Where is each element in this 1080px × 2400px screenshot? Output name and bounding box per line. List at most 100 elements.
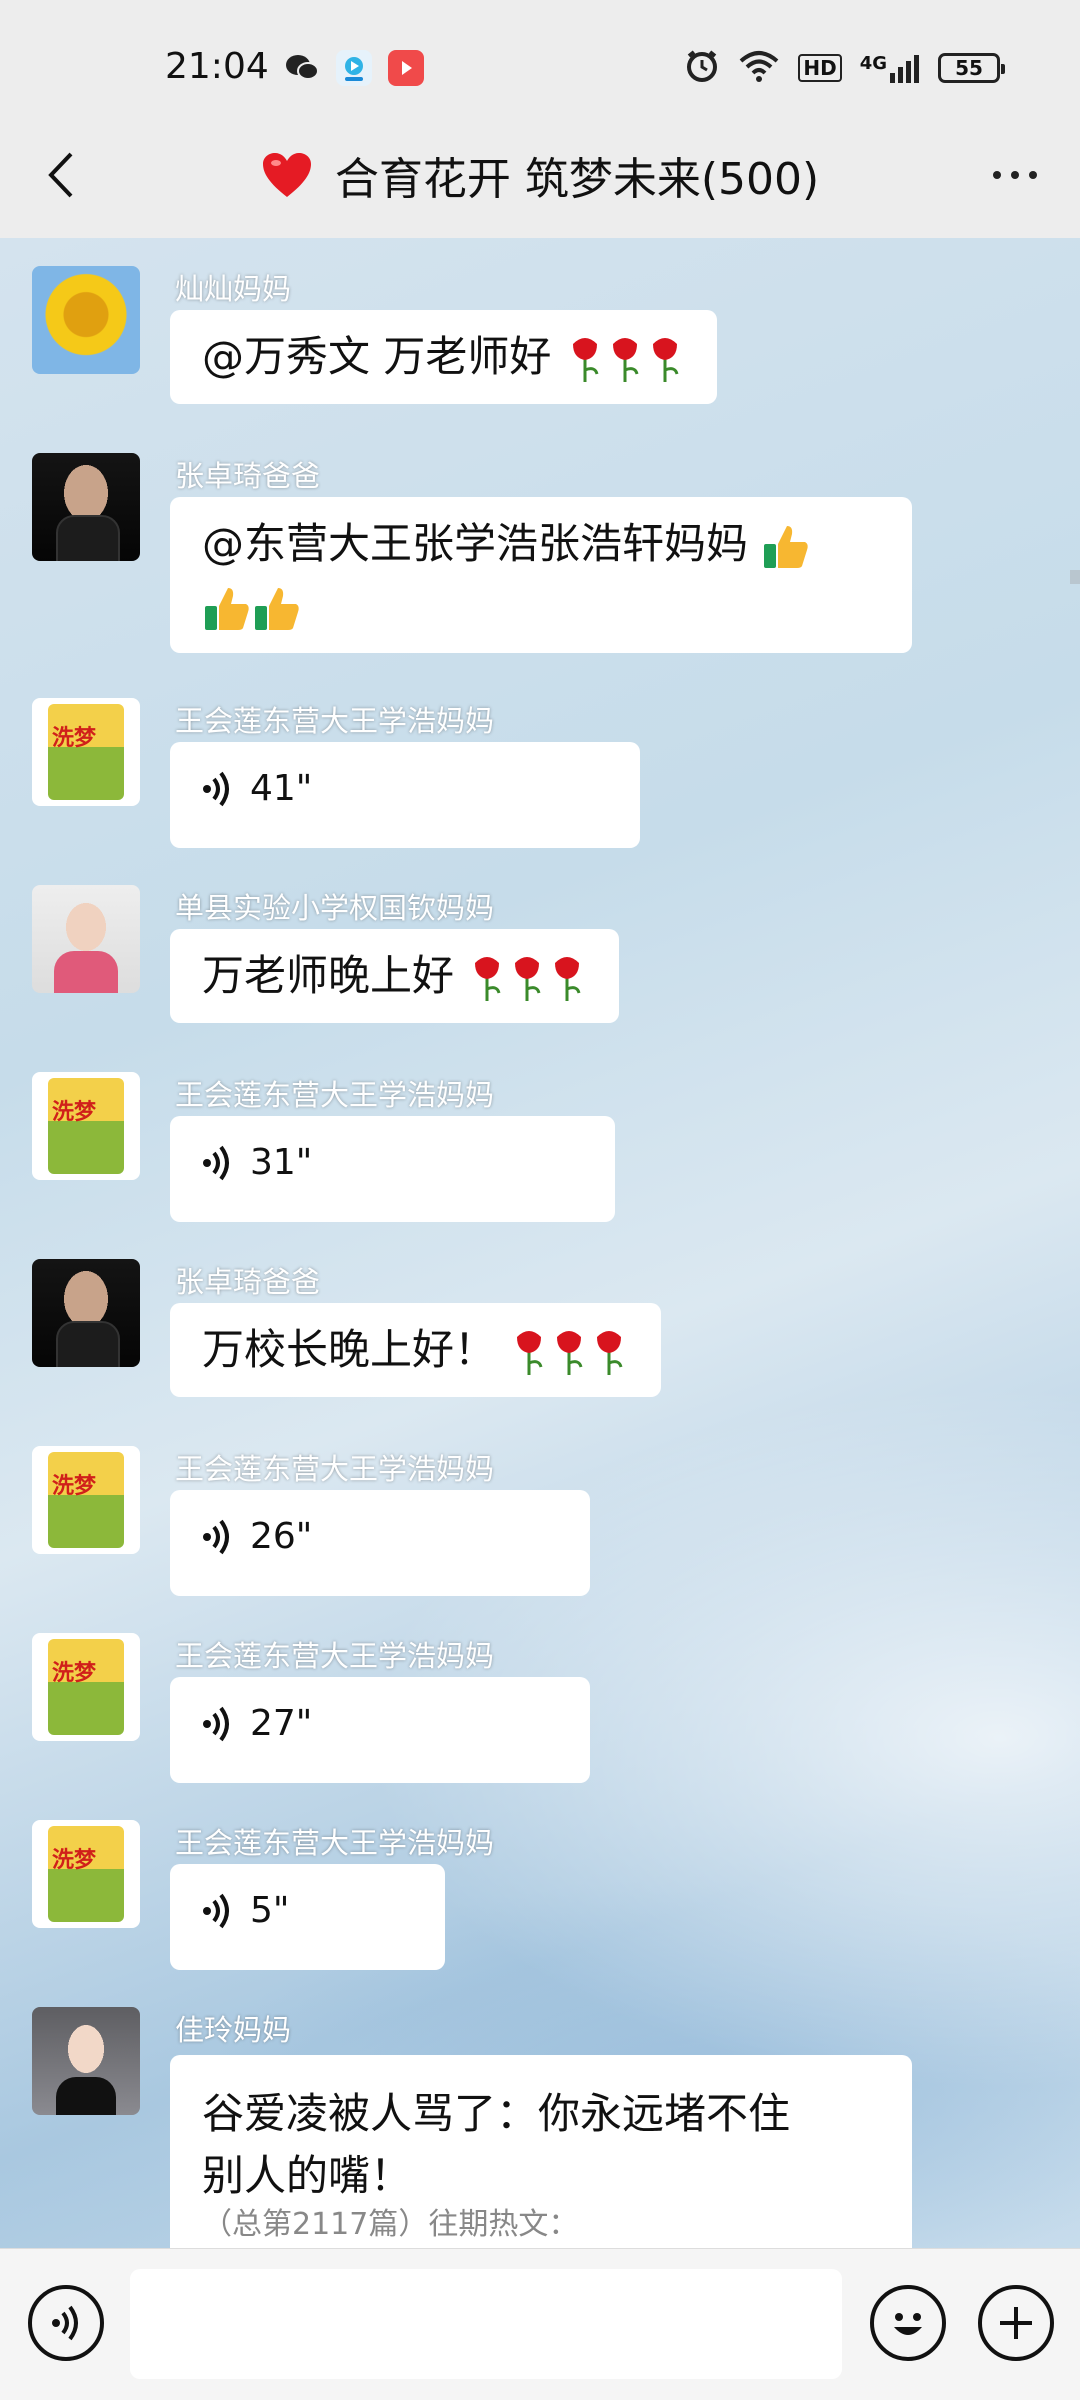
voice-input-button[interactable] — [28, 2285, 104, 2361]
rice-bag-image — [48, 704, 124, 800]
voice-wave-icon — [203, 1145, 229, 1181]
message-bubble[interactable]: @万秀文 万老师好 — [170, 310, 717, 404]
message-input[interactable] — [130, 2269, 842, 2379]
rice-bag-brand: 洗梦 — [52, 1100, 97, 1125]
avatar[interactable]: 洗梦 — [32, 1072, 140, 1180]
voice-wave-icon — [203, 771, 229, 807]
voice-duration: 27" — [250, 1703, 313, 1744]
rose-icon — [517, 1330, 543, 1375]
avatar[interactable] — [32, 453, 140, 561]
avatar[interactable]: 洗梦 — [32, 1633, 140, 1741]
article-title-line2: 别人的嘴！ — [202, 2151, 413, 2200]
emoji-icon — [894, 2313, 922, 2335]
wifi-icon — [738, 49, 780, 87]
status-left-icons — [284, 50, 424, 86]
rice-bag-image — [48, 1078, 124, 1174]
voice-message-bubble[interactable]: 41" — [170, 742, 640, 848]
voice-wave-icon — [203, 1706, 229, 1742]
scroll-indicator[interactable] — [1070, 570, 1080, 584]
rice-bag-image — [48, 1639, 124, 1735]
chat-messages[interactable]: 灿灿妈妈 @万秀文 万老师好 张卓琦爸爸 @东营大王张学浩张浩轩妈妈 洗梦 王会… — [0, 238, 1080, 2248]
avatar[interactable]: 洗梦 — [32, 1446, 140, 1554]
message-text: 万老师晚上好 — [202, 951, 455, 1000]
hd-icon: HD — [798, 54, 842, 82]
thumbs-up-icon — [205, 587, 249, 630]
thumbs-up-icon — [764, 525, 809, 568]
chat-title: 合育花开 筑梦未来(500) — [334, 154, 820, 205]
alarm-icon — [684, 48, 720, 88]
rose-icon — [652, 337, 679, 382]
back-button[interactable] — [30, 140, 90, 210]
voice-duration: 31" — [250, 1142, 313, 1183]
rose-icon — [515, 956, 541, 1001]
rose-icon — [597, 1330, 623, 1375]
sender-name: 王会莲东营大王学浩妈妈 — [175, 1826, 495, 1860]
media-app-icon — [388, 50, 424, 86]
rice-bag-brand: 洗梦 — [52, 726, 97, 751]
article-card[interactable]: 谷爱凌被人骂了：你永远堵不住 别人的嘴！ （总第2117篇）往期热文： — [170, 2055, 912, 2248]
avatar[interactable]: 洗梦 — [32, 698, 140, 806]
voice-duration: 26" — [250, 1516, 313, 1557]
red-heart-icon — [262, 153, 311, 197]
rose-icon — [572, 337, 599, 382]
rose-icon — [557, 1330, 583, 1375]
input-bar — [0, 2248, 1080, 2400]
voice-wave-icon — [203, 1519, 229, 1555]
rice-bag-brand: 洗梦 — [52, 1661, 97, 1686]
more-input-button[interactable] — [978, 2285, 1054, 2361]
voice-message-bubble[interactable]: 31" — [170, 1116, 615, 1222]
sender-name: 单县实验小学权国钦妈妈 — [175, 891, 495, 925]
voice-message-bubble[interactable]: 26" — [170, 1490, 590, 1596]
message-text: @东营大王张学浩张浩轩妈妈 — [202, 519, 762, 568]
more-dot-icon — [993, 171, 1001, 179]
plus-icon — [1000, 2307, 1032, 2339]
signal-4g-icon: 4G — [860, 53, 920, 83]
avatar[interactable]: 洗梦 — [32, 1820, 140, 1928]
more-dot-icon — [1029, 171, 1037, 179]
voice-duration: 5" — [250, 1890, 290, 1931]
voice-message: 41" — [202, 758, 608, 820]
avatar[interactable] — [32, 885, 140, 993]
avatar[interactable] — [32, 266, 140, 374]
message-bubble[interactable]: @东营大王张学浩张浩轩妈妈 — [170, 497, 912, 653]
article-title-line1: 谷爱凌被人骂了：你永远堵不住 — [202, 2089, 791, 2138]
more-options-button[interactable] — [980, 150, 1050, 200]
sender-name: 灿灿妈妈 — [175, 272, 292, 306]
sender-name: 张卓琦爸爸 — [175, 459, 321, 493]
chat-header: 合育花开 筑梦未来(500) — [0, 110, 1080, 240]
rose-icon — [612, 337, 639, 382]
status-right-icons: HD 4G 55 — [684, 48, 1005, 88]
voice-input-icon — [52, 2305, 78, 2341]
sender-name: 王会莲东营大王学浩妈妈 — [175, 1639, 495, 1673]
voice-message: 26" — [202, 1506, 558, 1568]
rice-bag-image — [48, 1826, 124, 1922]
message-bubble[interactable]: 万校长晚上好！ — [170, 1303, 662, 1397]
message-text: 万校长晚上好！ — [202, 1325, 510, 1374]
wechat-icon — [284, 50, 320, 86]
sender-name: 张卓琦爸爸 — [175, 1265, 321, 1299]
emoji-button[interactable] — [870, 2285, 946, 2361]
rice-bag-brand: 洗梦 — [52, 1474, 97, 1499]
sender-name: 王会莲东营大王学浩妈妈 — [175, 1078, 495, 1112]
thumbs-up-icon — [255, 587, 299, 630]
voice-message-bubble[interactable]: 5" — [170, 1864, 445, 1970]
voice-message: 27" — [202, 1693, 558, 1755]
chevron-left-icon — [48, 152, 73, 198]
rice-bag-image — [48, 1452, 124, 1548]
avatar[interactable] — [32, 2007, 140, 2115]
sender-name: 王会莲东营大王学浩妈妈 — [175, 704, 495, 738]
voice-message: 31" — [202, 1132, 583, 1194]
message-bubble[interactable]: 万老师晚上好 — [170, 929, 620, 1023]
avatar[interactable] — [32, 1259, 140, 1367]
status-time: 21:04 — [165, 46, 269, 87]
network-label: 4G — [859, 53, 887, 74]
voice-duration: 41" — [250, 768, 313, 809]
sender-name: 王会莲东营大王学浩妈妈 — [175, 1452, 495, 1486]
article-subtext: （总第2117篇）往期热文： — [202, 2207, 579, 2242]
rose-icon — [555, 956, 581, 1001]
video-app-icon — [336, 50, 372, 86]
chat-title-wrap: 合育花开 筑梦未来(500) — [261, 143, 819, 207]
voice-message-bubble[interactable]: 27" — [170, 1677, 590, 1783]
rice-bag-brand: 洗梦 — [52, 1848, 97, 1873]
message-text: @万秀文 万老师好 — [202, 332, 552, 381]
